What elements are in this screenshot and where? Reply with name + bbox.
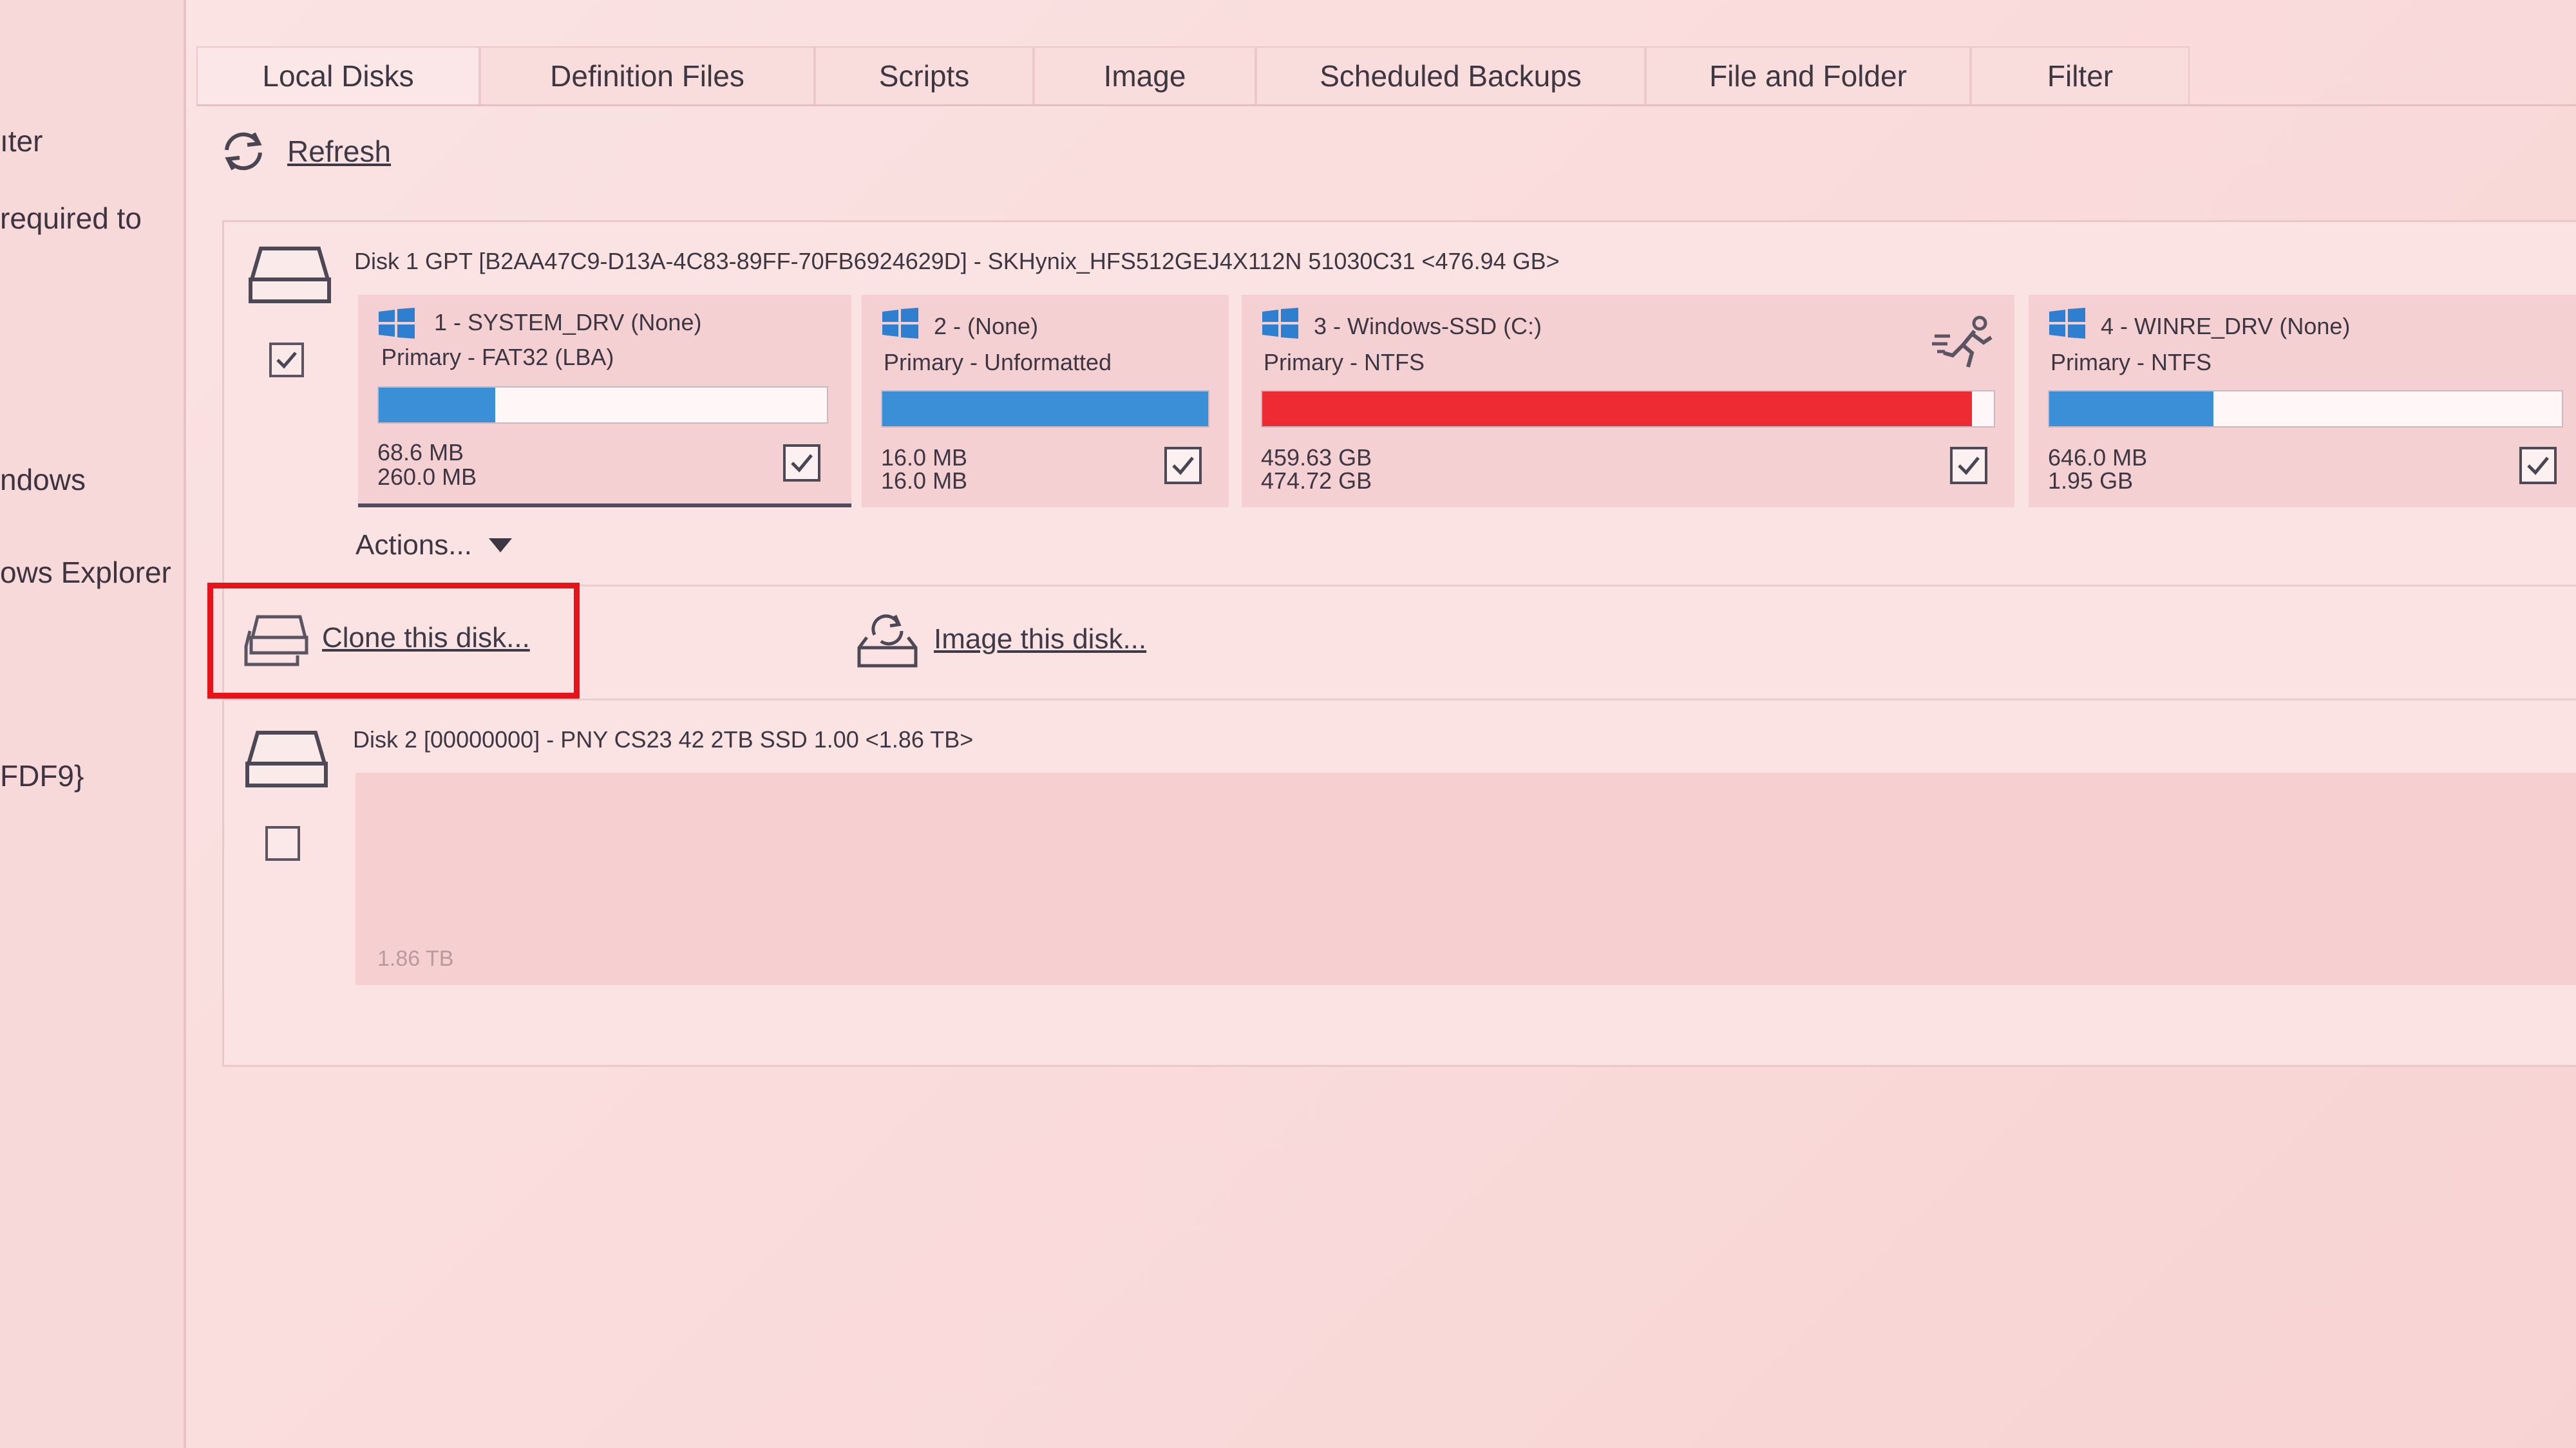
partition-name: 3 - Windows-SSD (C:) (1314, 313, 1542, 339)
left-panel-text: ndows (0, 463, 86, 496)
disk-divider (222, 699, 2576, 700)
tab-local-disks[interactable]: Local Disks (196, 46, 480, 104)
checkmark-icon (1958, 456, 1980, 475)
dropdown-arrow-icon (488, 538, 512, 552)
partition-type: Primary - NTFS (2050, 349, 2211, 375)
left-panel-text: ıter (0, 124, 43, 158)
tab-scheduled-backups[interactable]: Scheduled Backups (1256, 46, 1645, 104)
disk2-checkbox[interactable] (265, 826, 300, 861)
left-panel-text: required to (0, 202, 142, 235)
partition-usage-bar (2048, 390, 2563, 428)
left-panel-text: FDF9} (0, 759, 84, 793)
disk2-unallocated-area[interactable]: 1.86 TB (355, 773, 2576, 985)
image-this-disk-link[interactable]: Image this disk... (934, 623, 1146, 655)
tab-file-and-folder[interactable]: File and Folder (1645, 46, 1971, 104)
windows-logo-icon (2049, 308, 2085, 339)
disk1-header: Disk 1 GPT [B2AA47C9-D13A-4C83-89FF-70FB… (354, 248, 1560, 274)
partition-total: 474.72 GB (1261, 467, 1372, 494)
actions-dropdown[interactable]: Actions... (355, 529, 513, 561)
partition-usage-fill (2049, 391, 2213, 426)
disk2-size-label: 1.86 TB (377, 946, 454, 971)
disk-icon (245, 731, 328, 787)
windows-logo-icon (379, 308, 415, 339)
partition-usage-fill (379, 388, 495, 422)
partition-name: 2 - (None) (934, 313, 1039, 339)
checkmark-icon (276, 352, 297, 369)
left-navigation-panel: ıter required to ndows ows Explorer FDF9… (0, 0, 186, 1448)
windows-logo-icon (1262, 308, 1298, 339)
partition-total: 16.0 MB (881, 467, 968, 494)
disk-icon (249, 247, 331, 303)
partition-usage-bar (1261, 390, 1995, 428)
partition-usage-bar (377, 386, 828, 424)
disk2-header: Disk 2 [00000000] - PNY CS23 42 2TB SSD … (353, 726, 974, 753)
partition-1[interactable]: 1 - SYSTEM_DRV (None) Primary - FAT32 (L… (358, 295, 851, 507)
disk1-checkbox[interactable] (269, 343, 304, 377)
clone-this-disk-link[interactable]: Clone this disk... (322, 622, 530, 654)
left-panel-text: ows Explorer (0, 556, 171, 589)
running-man-icon (1932, 315, 1993, 368)
partition-total: 260.0 MB (377, 464, 477, 490)
checkmark-icon (791, 454, 813, 473)
partition-checkbox[interactable] (1950, 447, 1987, 484)
partition-name: 1 - SYSTEM_DRV (None) (434, 309, 702, 335)
tab-definition-files[interactable]: Definition Files (480, 46, 815, 104)
partition-total: 1.95 GB (2048, 467, 2134, 494)
tab-scripts[interactable]: Scripts (815, 46, 1034, 104)
checkmark-icon (2527, 456, 2549, 475)
refresh-button[interactable]: Refresh (218, 126, 391, 177)
partition-type: Primary - FAT32 (LBA) (381, 344, 614, 370)
partition-usage-fill (1262, 391, 1972, 426)
tab-image[interactable]: Image (1034, 46, 1256, 104)
partition-checkbox[interactable] (783, 444, 820, 482)
partition-used: 68.6 MB (377, 439, 464, 465)
partition-name: 4 - WINRE_DRV (None) (2101, 313, 2351, 339)
partition-4[interactable]: 4 - WINRE_DRV (None) Primary - NTFS 646.… (2029, 295, 2576, 507)
partition-checkbox[interactable] (2519, 447, 2557, 484)
partition-type: Primary - Unformatted (884, 349, 1112, 375)
actions-label: Actions... (355, 529, 472, 561)
partition-3[interactable]: 3 - Windows-SSD (C:) Primary - NTFS 459.… (1242, 295, 2014, 507)
refresh-label: Refresh (287, 135, 392, 168)
tab-bar: Local Disks Definition Files Scripts Ima… (196, 46, 2576, 106)
partition-usage-fill (882, 391, 1208, 426)
partition-usage-bar (881, 390, 1209, 428)
partition-type: Primary - NTFS (1264, 349, 1425, 375)
tab-filter[interactable]: Filter (1971, 46, 2190, 104)
image-disk-icon (857, 614, 918, 668)
refresh-icon (225, 132, 262, 171)
clone-disk-icon (244, 615, 308, 666)
partition-2[interactable]: 2 - (None) Primary - Unformatted 16.0 MB… (862, 295, 1229, 507)
partition-checkbox[interactable] (1164, 447, 1202, 484)
checkmark-icon (1172, 456, 1194, 475)
windows-logo-icon (882, 308, 918, 339)
